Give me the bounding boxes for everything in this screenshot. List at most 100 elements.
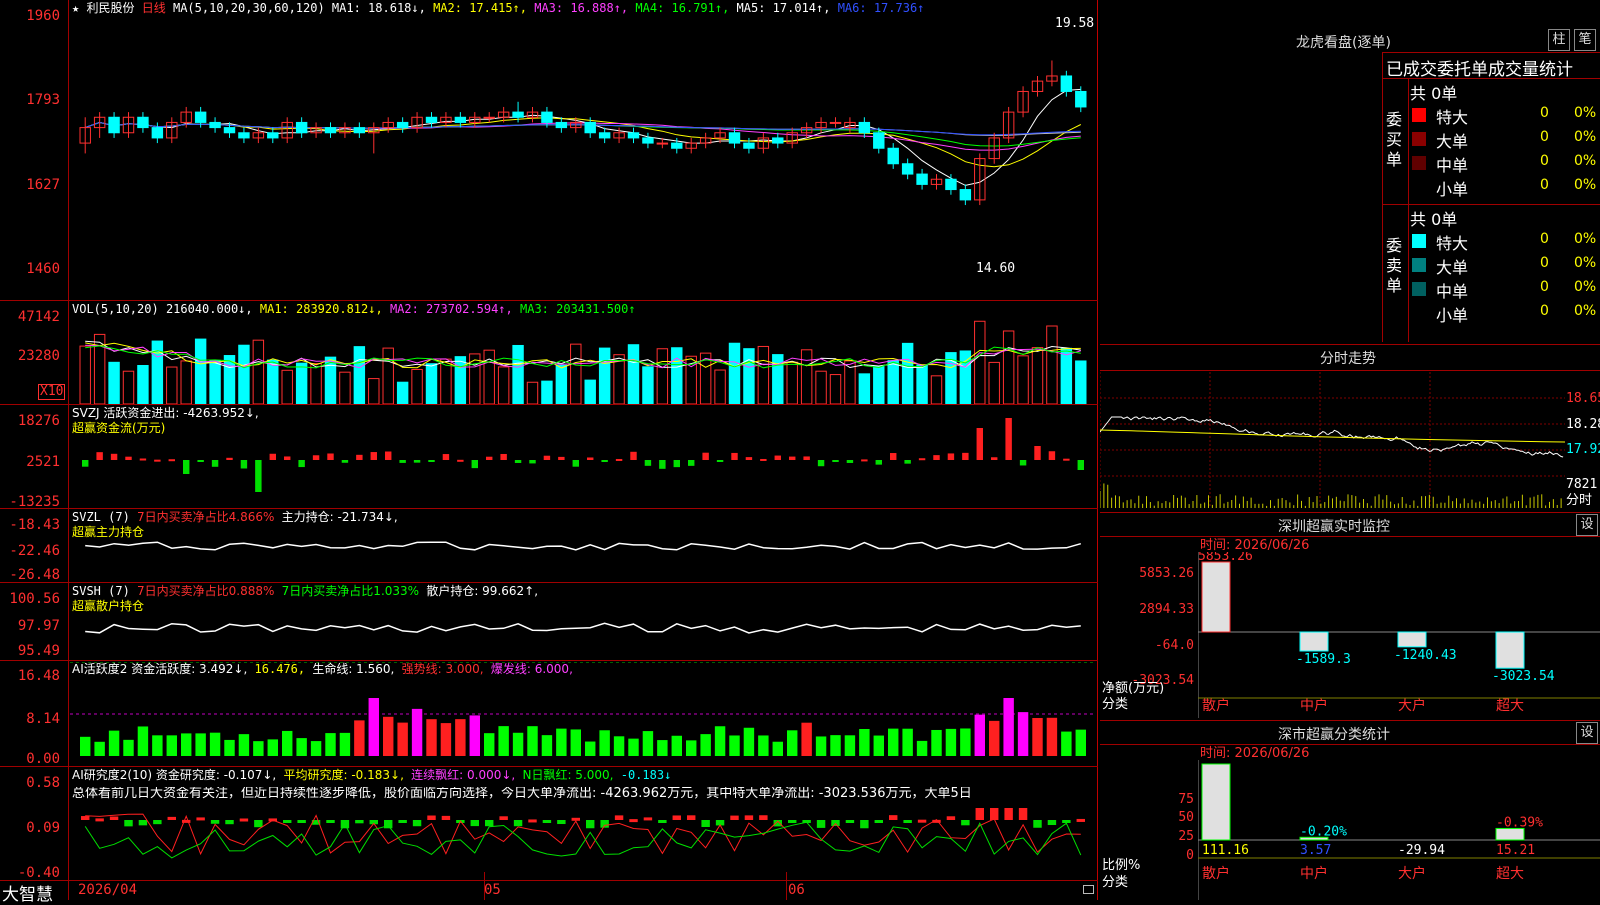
svzj-bar (211, 460, 219, 467)
svzj-bar (226, 457, 233, 460)
buy-count: 0 (1540, 129, 1549, 145)
svzj-bar (269, 453, 276, 460)
svsh-axis-3: 95.49 (17, 643, 60, 659)
order-stats-tabs[interactable]: 已成交委托单成交量统计 (1386, 55, 1573, 80)
volume-chart[interactable] (70, 318, 1096, 404)
sell-count: 0 (1540, 279, 1549, 295)
volume-bar (396, 381, 409, 404)
volume-bar (267, 359, 279, 404)
bar-view-button[interactable]: 柱 (1548, 29, 1570, 51)
ai1-bar (484, 733, 495, 756)
sm-bar (1201, 763, 1231, 841)
period-label[interactable]: 日线 (142, 1, 166, 15)
left-chart-area[interactable]: ★ 利民股份 日线 MA(5,10,20,30,60,120) MA1: 18.… (0, 0, 1098, 905)
candle-body (555, 121, 568, 129)
ai1-bar (123, 739, 134, 756)
svzj-bar (284, 456, 291, 460)
ai1-chart[interactable] (70, 662, 1096, 766)
volume-bar (425, 363, 438, 404)
svsh-chart[interactable] (70, 584, 1096, 660)
candle-body (772, 137, 784, 144)
ai1-bar (989, 720, 1000, 756)
brand-logo[interactable]: 大智慧 (2, 880, 53, 905)
candle-body (728, 132, 741, 144)
lock-icon[interactable] (1083, 885, 1094, 894)
candle-body (425, 116, 438, 123)
svzj-bar (803, 456, 810, 460)
ai1-bar (960, 728, 971, 756)
ai1-bar (498, 726, 509, 756)
ai2-bar (845, 820, 855, 823)
svzj-bar (168, 459, 175, 462)
ma-label: MA(5,10,20,30,60,120) (172, 1, 325, 15)
ai1-bar (108, 730, 120, 756)
ai1-bar (310, 741, 322, 756)
tick-view-button[interactable]: 笔 (1574, 29, 1596, 51)
svzj-bar (139, 458, 147, 461)
sell-pct: 0% (1574, 303, 1597, 319)
ai2-bar (196, 817, 205, 821)
ai1-bar (888, 728, 899, 756)
sz-bar-chart[interactable]: 5853.26 散户 -1589.3 中户 -1240.43 大户 -3023.54 超大 (1198, 552, 1600, 718)
sz-bar-label: -1589.3 (1296, 652, 1351, 667)
ai1-bar (585, 741, 596, 756)
sz-unit: 净额(万元) (1102, 681, 1165, 696)
sm-bar-pct: -0.20% (1300, 824, 1347, 839)
volume-bar (166, 366, 178, 404)
volume-bar (1017, 355, 1029, 404)
ai2-bar (946, 816, 956, 820)
volume-bar (598, 347, 611, 404)
ai2-chart[interactable] (70, 804, 1096, 880)
ma4-value: MA4: 16.791↑, (635, 1, 730, 15)
svzj-axis-3: -13235 (9, 494, 60, 510)
candlestick-chart[interactable] (70, 14, 1096, 298)
ai2-bar (485, 820, 494, 827)
date-label-2: 05 (484, 882, 501, 898)
svzj-bar (572, 460, 579, 467)
svzj-bar (760, 458, 767, 461)
sz-bar-label: -1240.43 (1394, 648, 1457, 663)
ai2-bar (355, 820, 364, 824)
ai2-label1: AI研究度2(10) 资金研究度: -0.107↓, (72, 768, 277, 782)
sm-value-label: -29.94 (1398, 843, 1445, 858)
ai1-bar (570, 729, 581, 756)
ai1-bar (137, 726, 149, 756)
buy-pct: 0% (1574, 153, 1597, 169)
ai2-bar (860, 820, 869, 829)
volume-bar (714, 369, 726, 404)
ai2-bar (874, 820, 883, 823)
ai2-bar (614, 815, 624, 820)
ai1-bar (1061, 731, 1072, 756)
ai2-bar (470, 820, 479, 827)
ai1-bar (772, 741, 783, 756)
sm-axis-3: 25 (1178, 829, 1194, 844)
svzj-bar (298, 460, 305, 468)
svzj-bar (832, 460, 839, 462)
svzj-bar (442, 454, 450, 460)
svzl-chart[interactable] (70, 510, 1096, 582)
ai1-bar (527, 726, 538, 756)
ai1-bar (758, 735, 769, 756)
ai1-bar (844, 735, 856, 756)
candle-body (829, 121, 842, 124)
svzj-bar (558, 456, 565, 460)
svsh-line (85, 622, 1081, 634)
svzj-bar (312, 455, 320, 460)
sm-settings-button[interactable]: 设 (1576, 722, 1598, 744)
sz-settings-button[interactable]: 设 (1576, 514, 1598, 536)
stock-name[interactable]: 利民股份 (86, 1, 134, 15)
intraday-chart[interactable] (1100, 372, 1565, 508)
svzl-axis-2: -22.46 (9, 543, 60, 559)
sell-pct: 0% (1574, 279, 1597, 295)
buy-row: 大单 0 0% (1410, 128, 1600, 151)
volume-bar (281, 369, 293, 404)
svzj-chart[interactable] (70, 406, 1096, 506)
sm-bar-chart[interactable]: 111.16 散户 -0.20% 3.57 中户 -29.94 大户 -0.39% 15.21 超… (1198, 760, 1600, 900)
sm-category: 中户 (1300, 865, 1328, 882)
price-axis-1: 1960 (26, 8, 60, 24)
candle-body (1060, 75, 1073, 92)
star-icon[interactable]: ★ (72, 1, 79, 15)
candle-body (584, 121, 596, 134)
svzj-bar (1048, 451, 1056, 460)
sz-bar (1201, 561, 1231, 633)
